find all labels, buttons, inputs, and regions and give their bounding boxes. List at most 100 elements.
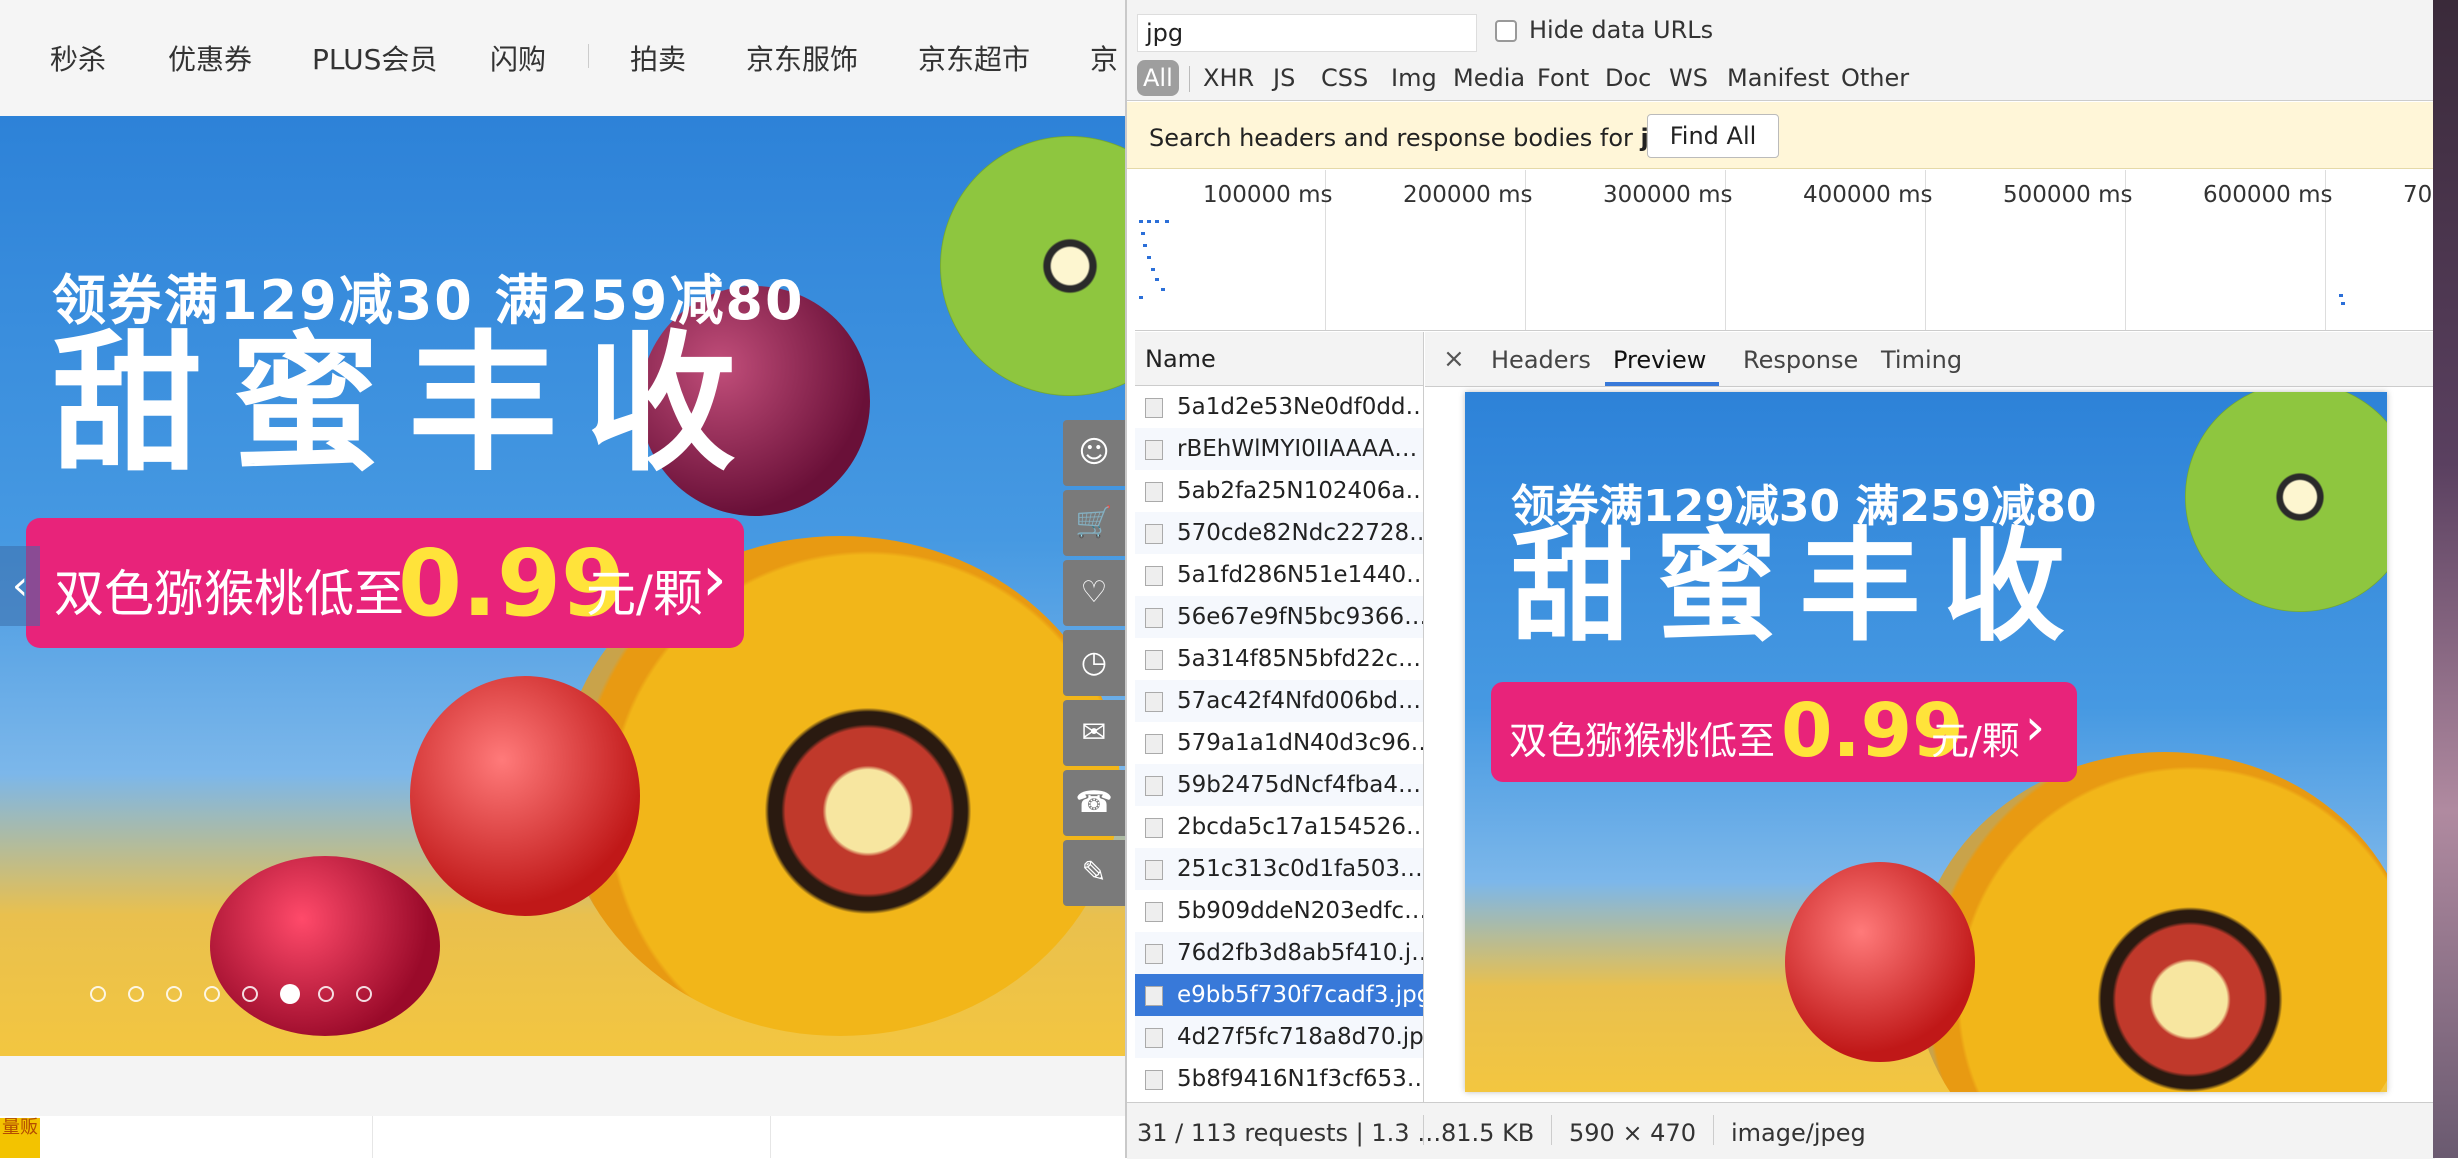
carousel-dot[interactable] <box>204 986 220 1002</box>
type-filter-doc[interactable]: Doc <box>1605 64 1651 92</box>
nav-item-flash[interactable]: 闪购 <box>490 38 546 78</box>
banner-title: 甜蜜丰收 <box>52 318 765 492</box>
request-row[interactable]: 570cde82Ndc22728… <box>1135 512 1423 554</box>
tab-response[interactable]: Response <box>1743 346 1858 374</box>
type-filter-manifest[interactable]: Manifest <box>1727 64 1829 92</box>
feedback-icon[interactable]: ✎ <box>1063 840 1125 906</box>
nav-item-auction[interactable]: 拍卖 <box>630 38 686 78</box>
name-column-header[interactable]: Name <box>1135 332 1423 386</box>
image-file-icon <box>1145 398 1163 418</box>
timeline-marker <box>1143 244 1147 247</box>
column-divider <box>372 1116 373 1158</box>
request-row[interactable]: 5a1fd286N51e1440… <box>1135 554 1423 596</box>
request-count: 31 / 113 requests | 1.3 … <box>1137 1119 1442 1147</box>
request-detail-pane: × Headers Preview Response Timing 领券满129… <box>1425 332 2435 1102</box>
image-file-icon <box>1145 440 1163 460</box>
request-row-selected[interactable]: e9bb5f730f7cadf3.jpg <box>1135 974 1423 1016</box>
timeline-marker <box>1165 220 1169 223</box>
request-row[interactable]: 4d27f5fc718a8d70.jpg <box>1135 1016 1423 1058</box>
type-filter-img[interactable]: Img <box>1391 64 1437 92</box>
carousel-dot[interactable] <box>90 986 106 1002</box>
carousel-dot[interactable] <box>356 986 372 1002</box>
nav-item-fashion[interactable]: 京东服饰 <box>746 38 858 78</box>
nav-item-seckill[interactable]: 秒杀 <box>50 38 106 78</box>
type-filter-media[interactable]: Media <box>1453 64 1525 92</box>
timeline-marker <box>1147 256 1151 259</box>
tab-timing[interactable]: Timing <box>1881 346 1962 374</box>
message-icon[interactable]: ✉ <box>1063 700 1125 766</box>
carousel-dot[interactable] <box>128 986 144 1002</box>
request-row[interactable]: 5a1d2e53Ne0df0dd… <box>1135 386 1423 428</box>
hide-data-urls-checkbox[interactable] <box>1495 20 1517 42</box>
carousel-dot-active[interactable] <box>280 984 300 1004</box>
web-page: 秒杀 优惠券 PLUS会员 闪购 拍卖 京东服饰 京东超市 京 领券满129减3… <box>0 0 1125 1158</box>
promo-badge[interactable]: 双色猕猴桃低至 0.99 元/颗 › <box>26 518 744 648</box>
history-icon[interactable]: ◷ <box>1063 630 1125 696</box>
tab-preview[interactable]: Preview <box>1613 346 1706 374</box>
timeline-label: 300000 ms <box>1603 182 1733 208</box>
request-row[interactable]: 76d2fb3d8ab5f410.j… <box>1135 932 1423 974</box>
timeline-marker <box>1139 220 1143 223</box>
type-filter-xhr[interactable]: XHR <box>1203 64 1254 92</box>
kiwi-slice-image <box>940 136 1125 396</box>
timeline-marker <box>2341 302 2345 305</box>
request-row[interactable]: 579a1a1dN40d3c96… <box>1135 722 1423 764</box>
request-row[interactable]: 251c313c0d1fa503.… <box>1135 848 1423 890</box>
promo-corner-badge[interactable]: 量贩 <box>0 1118 40 1158</box>
request-row[interactable]: 5ab2fa25N102406a… <box>1135 470 1423 512</box>
image-file-icon <box>1145 608 1163 628</box>
pomegranate-image <box>1785 862 1975 1062</box>
type-filter-other[interactable]: Other <box>1841 64 1909 92</box>
timeline-label: 200000 ms <box>1403 182 1533 208</box>
hero-banner[interactable]: 领券满129减30 满259减80 甜蜜丰收 双色猕猴桃低至 0.99 元/颗 … <box>0 116 1125 1056</box>
tab-headers[interactable]: Headers <box>1491 346 1591 374</box>
nav-item-plus[interactable]: PLUS会员 <box>312 38 437 78</box>
timeline-overview[interactable]: 100000 ms 200000 ms 300000 ms 400000 ms … <box>1135 170 2435 331</box>
service-icon[interactable]: ☎ <box>1063 770 1125 836</box>
timeline-label: 400000 ms <box>1803 182 1933 208</box>
type-filter-css[interactable]: CSS <box>1321 64 1368 92</box>
heart-icon[interactable]: ♡ <box>1063 560 1125 626</box>
image-preview: 领券满129减30 满259减80 甜蜜丰收 双色猕猴桃低至 0.99 元/颗 … <box>1465 392 2387 1092</box>
column-divider <box>770 1116 771 1158</box>
image-file-icon <box>1145 860 1163 880</box>
top-nav: 秒杀 优惠券 PLUS会员 闪购 拍卖 京东服饰 京东超市 京 <box>0 0 1125 116</box>
carousel-prev-button[interactable]: ‹ <box>0 546 40 626</box>
timeline-label: 70 <box>2403 182 2433 208</box>
request-row[interactable]: 5a314f85N5bfd22c… <box>1135 638 1423 680</box>
request-row[interactable]: 2bcda5c17a154526… <box>1135 806 1423 848</box>
cart-icon[interactable]: 🛒 <box>1063 490 1125 556</box>
find-all-button[interactable]: Find All <box>1647 114 1779 158</box>
kiwi-slice-image <box>2185 392 2387 612</box>
image-file-icon <box>1145 776 1163 796</box>
timeline-marker <box>1161 288 1165 291</box>
image-file-icon <box>1145 902 1163 922</box>
nav-item-supermarket[interactable]: 京东超市 <box>918 38 1030 78</box>
image-file-icon <box>1145 650 1163 670</box>
nav-item-truncated[interactable]: 京 <box>1090 38 1118 78</box>
carousel-dot[interactable] <box>166 986 182 1002</box>
carousel-dot[interactable] <box>242 986 258 1002</box>
promo-text: 双色猕猴桃低至 <box>54 565 404 623</box>
promo-unit: 元/颗 <box>586 565 703 623</box>
close-icon[interactable]: × <box>1443 344 1465 374</box>
type-filter-font[interactable]: Font <box>1537 64 1589 92</box>
filter-input[interactable]: jpg <box>1137 14 1477 52</box>
type-filter-all[interactable]: All <box>1137 60 1179 96</box>
request-row[interactable]: 59b2475dNcf4fba4… <box>1135 764 1423 806</box>
request-row[interactable]: 5b909ddeN203edfc… <box>1135 890 1423 932</box>
type-filter-divider <box>1189 66 1190 92</box>
gold-kiwi-image <box>1915 752 2387 1092</box>
request-row[interactable]: 5b8f9416N1f3cf653… <box>1135 1058 1423 1100</box>
nav-divider <box>588 44 589 68</box>
request-row[interactable]: 57ac42f4Nfd006bd… <box>1135 680 1423 722</box>
nav-item-coupons[interactable]: 优惠券 <box>168 38 252 78</box>
type-filter-js[interactable]: JS <box>1273 64 1295 92</box>
search-bar: Search headers and response bodies for j… <box>1127 102 2435 169</box>
request-row[interactable]: 56e67e9fN5bc9366… <box>1135 596 1423 638</box>
request-row[interactable]: rBEhWlMYI0IIAAAA… <box>1135 428 1423 470</box>
image-file-icon <box>1145 692 1163 712</box>
type-filter-ws[interactable]: WS <box>1669 64 1708 92</box>
carousel-dot[interactable] <box>318 986 334 1002</box>
user-icon[interactable]: ☺ <box>1063 420 1125 486</box>
